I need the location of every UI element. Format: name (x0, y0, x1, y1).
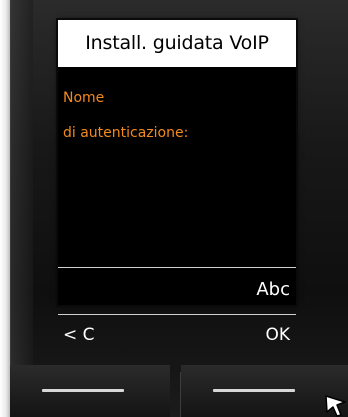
input-separator (58, 267, 296, 268)
field-label-line1: Nome (63, 90, 105, 106)
softkey-divider (180, 372, 181, 417)
right-softkey-line (213, 389, 295, 392)
softkey-left-label: < C (63, 325, 95, 345)
phone-rim (11, 0, 33, 417)
left-softkey-line (42, 389, 124, 392)
arrow-pointer-icon (325, 395, 346, 417)
background-strip (0, 0, 10, 417)
softkey-separator (58, 314, 296, 315)
field-label-line2: di autenticazione: (63, 125, 189, 141)
softkey-right-label: OK (265, 325, 290, 345)
phone-display: Install. guidata VoIP Nome di autenticaz… (58, 20, 296, 345)
input-mode-indicator: Abc (256, 279, 290, 300)
display-title: Install. guidata VoIP (58, 20, 296, 69)
display-body: Nome di autenticazione: Abc < C OK (58, 69, 296, 345)
